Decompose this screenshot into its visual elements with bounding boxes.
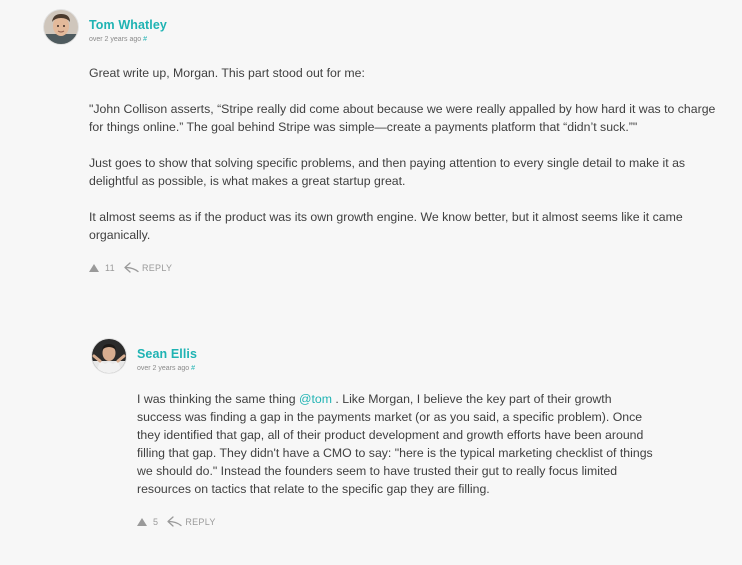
avatar[interactable] <box>44 10 78 44</box>
comment-paragraph: "John Collison asserts, “Stripe really d… <box>89 102 716 134</box>
comment-header: Tom Whatley over 2 years ago # <box>44 10 724 45</box>
comment-meta: Sean Ellis over 2 years ago # <box>137 339 197 374</box>
author-name[interactable]: Tom Whatley <box>89 18 167 32</box>
comment-header: Sean Ellis over 2 years ago # <box>92 339 722 374</box>
reply-arrow-icon <box>167 516 182 527</box>
comment-paragraph: I was thinking the same thing @tom . Lik… <box>137 390 657 498</box>
upvote-button[interactable]: 11 <box>89 263 115 273</box>
comment-body: Great write up, Morgan. This part stood … <box>89 64 724 244</box>
avatar-image <box>92 339 126 373</box>
upvote-button[interactable]: 5 <box>137 517 158 527</box>
comment-paragraph: Great write up, Morgan. This part stood … <box>89 66 365 80</box>
vote-count: 5 <box>153 516 159 527</box>
reply-button[interactable]: REPLY <box>167 516 215 527</box>
upvote-triangle-icon <box>89 263 99 272</box>
comment-meta: Tom Whatley over 2 years ago # <box>89 10 167 45</box>
timestamp-text: over 2 years ago <box>89 36 142 43</box>
reply-label: REPLY <box>185 516 216 527</box>
comment-text: . Like Morgan, I believe the key part of… <box>137 392 653 496</box>
vote-count: 11 <box>105 262 115 273</box>
comment-actions: 5 REPLY <box>137 516 722 527</box>
comment-tom-whatley: Tom Whatley over 2 years ago # Great writ… <box>44 10 724 273</box>
upvote-triangle-icon <box>137 517 147 526</box>
comment-body: I was thinking the same thing @tom . Lik… <box>137 390 657 498</box>
permalink[interactable]: # <box>191 365 195 372</box>
author-name[interactable]: Sean Ellis <box>137 347 197 361</box>
timestamp-text: over 2 years ago <box>137 365 190 372</box>
comment-paragraph: Just goes to show that solving specific … <box>89 156 686 188</box>
comment-sean-ellis: Sean Ellis over 2 years ago # I was think… <box>92 339 722 527</box>
comment-actions: 11 REPLY <box>89 262 724 273</box>
comment-paragraph: It almost seems as if the product was it… <box>89 210 683 242</box>
timestamp: over 2 years ago # <box>137 364 197 374</box>
avatar[interactable] <box>92 339 126 373</box>
timestamp: over 2 years ago # <box>89 35 167 45</box>
avatar-image <box>44 10 78 44</box>
reply-label: REPLY <box>141 262 173 273</box>
permalink[interactable]: # <box>143 36 147 43</box>
mention-link[interactable]: @tom <box>299 392 332 406</box>
reply-arrow-icon <box>124 262 139 273</box>
comment-text: I was thinking the same thing <box>137 392 299 406</box>
reply-button[interactable]: REPLY <box>124 262 172 273</box>
